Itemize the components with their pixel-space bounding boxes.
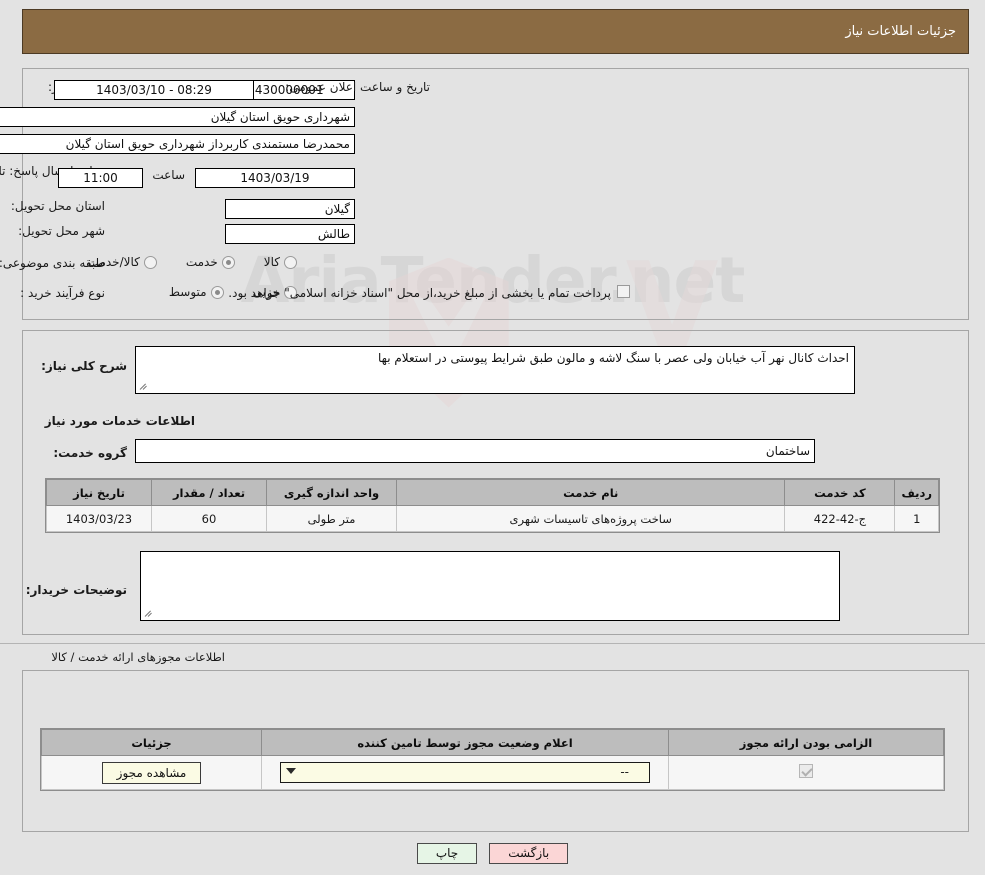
services-section-title: اطلاعات خدمات مورد نیاز: [44, 414, 195, 428]
announce-label-row: تاریخ و ساعت اعلان عمومی:: [285, 80, 430, 94]
permits-grid: الزامی بودن ارائه مجوز اعلام وضعیت مجوز …: [41, 729, 944, 790]
page-header: جزئیات اطلاعات نیاز: [22, 9, 969, 54]
cell-permit-status: --: [261, 755, 669, 790]
col-name: نام خدمت: [395, 479, 786, 506]
col-permit-details: جزئیات: [41, 729, 262, 756]
page-root: V AriaTender.net جزئیات اطلاعات نیاز شما…: [0, 0, 985, 875]
buyer-notes-label: توضیحات خریدار:: [25, 583, 127, 597]
permits-section-title: اطلاعات مجوزهای ارائه خدمت / کالا: [51, 650, 225, 664]
cell-radif: 1: [894, 505, 939, 532]
permit-status-value: --: [620, 765, 629, 779]
need-description-textarea[interactable]: احداث کانال نهر آب خیابان ولی عصر با سنگ…: [135, 346, 855, 394]
province-label-row: استان محل تحویل:: [11, 199, 105, 213]
col-permit-required: الزامی بودن ارائه مجوز: [668, 729, 944, 756]
buyer-org-field[interactable]: شهرداری حویق استان گیلان: [0, 107, 355, 127]
deadline-time-label: ساعت: [152, 168, 185, 182]
cell-need-date: 1403/03/23: [46, 505, 152, 532]
permit-row: -- مشاهده مجوز: [41, 755, 944, 790]
permits-table-header-row: الزامی بودن ارائه مجوز اعلام وضعیت مجوز …: [41, 729, 944, 756]
cell-permit-details: مشاهده مجوز: [41, 755, 262, 790]
process-option-motevaset-label: متوسط: [168, 285, 207, 299]
view-permit-button[interactable]: مشاهده مجوز: [101, 761, 202, 784]
requester-field-row: محمدرضا مستمندی کاربرداز شهرداری حویق اس…: [0, 134, 355, 154]
radio-icon-motevaset[interactable]: [210, 285, 224, 299]
process-option-motevaset[interactable]: متوسط: [169, 285, 224, 299]
deadline-date-row: 1403/03/19: [195, 168, 355, 188]
buyer-org-field-row: شهرداری حویق استان گیلان: [0, 107, 355, 127]
table-row: 1 ج-42-422 ساخت پروژه‌های تاسیسات شهری م…: [46, 505, 939, 532]
col-permit-status: اعلام وضعیت مجوز توسط تامین کننده: [261, 729, 669, 756]
resize-handle-icon-notes[interactable]: [144, 608, 154, 618]
buyer-notes-textarea[interactable]: [140, 551, 840, 621]
services-grid: ردیف کد خدمت نام خدمت واحد اندازه گیری ت…: [46, 479, 939, 532]
col-code: کد خدمت: [784, 479, 896, 506]
announce-datetime-field[interactable]: 08:29 - 1403/03/10: [54, 80, 254, 100]
cell-unit: متر طولی: [266, 505, 397, 532]
need-description-text: احداث کانال نهر آب خیابان ولی عصر با سنگ…: [378, 351, 849, 365]
category-option-khedmat[interactable]: خدمت: [186, 255, 235, 269]
cell-permit-required: [668, 755, 944, 790]
footer-actions: بازگشت چاپ: [0, 832, 985, 875]
divider-above-permits: [0, 643, 985, 644]
services-table-header-row: ردیف کد خدمت نام خدمت واحد اندازه گیری ت…: [46, 479, 939, 506]
page-title: جزئیات اطلاعات نیاز: [845, 24, 956, 39]
requester-field[interactable]: محمدرضا مستمندی کاربرداز شهرداری حویق اس…: [0, 134, 355, 154]
deadline-time-label-row: ساعت: [152, 168, 185, 182]
print-button[interactable]: چاپ: [416, 843, 478, 864]
province-field[interactable]: گیلان: [225, 199, 355, 219]
category-option-kala-khedmat[interactable]: کالا/خدمت: [88, 255, 157, 269]
col-qty: تعداد / مقدار: [151, 479, 267, 506]
permit-required-checkbox-icon: [799, 764, 813, 778]
announce-field-row: 08:29 - 1403/03/10: [54, 80, 254, 100]
city-label-row: شهر محل تحویل:: [18, 224, 105, 238]
radio-icon-khedmat[interactable]: [221, 255, 235, 269]
treasury-checkbox-row: [617, 285, 630, 298]
deadline-time-row: 11:00: [58, 168, 143, 188]
permits-table: الزامی بودن ارائه مجوز اعلام وضعیت مجوز …: [40, 728, 945, 791]
cell-qty: 60: [151, 505, 267, 532]
summary-panel: [22, 68, 969, 320]
city-label: شهر محل تحویل:: [18, 224, 105, 238]
chevron-down-icon: [286, 768, 296, 774]
province-field-row: گیلان: [225, 199, 355, 219]
radio-icon-kala-khedmat[interactable]: [143, 255, 157, 269]
treasury-text-row: پرداخت تمام یا بخشی از مبلغ خرید،از محل …: [228, 286, 611, 300]
service-group-field[interactable]: ساختمان: [135, 439, 815, 463]
category-option-kala-label: کالا: [263, 255, 280, 269]
radio-icon-kala[interactable]: [284, 255, 297, 269]
deadline-time-field[interactable]: 11:00: [58, 168, 143, 188]
services-table: ردیف کد خدمت نام خدمت واحد اندازه گیری ت…: [45, 478, 940, 533]
cell-name: ساخت پروژه‌های تاسیسات شهری: [395, 505, 786, 532]
permit-status-dropdown[interactable]: --: [280, 762, 650, 783]
category-option-khedmat-label: خدمت: [185, 255, 218, 269]
category-option-kala-khedmat-label: کالا/خدمت: [87, 255, 140, 269]
category-option-kala[interactable]: کالا: [264, 255, 297, 269]
province-label: استان محل تحویل:: [10, 199, 105, 213]
announce-datetime-label: تاریخ و ساعت اعلان عمومی:: [285, 80, 430, 94]
back-button[interactable]: بازگشت: [489, 843, 569, 864]
deadline-date-field[interactable]: 1403/03/19: [195, 168, 355, 188]
col-radif: ردیف: [894, 479, 939, 506]
resize-handle-icon[interactable]: [139, 381, 149, 391]
cell-code: ج-42-422: [784, 505, 896, 532]
col-unit: واحد اندازه گیری: [266, 479, 397, 506]
treasury-checkbox[interactable]: [617, 285, 630, 298]
treasury-text: پرداخت تمام یا بخشی از مبلغ خرید،از محل …: [228, 286, 611, 300]
city-field[interactable]: طالش: [225, 224, 355, 244]
process-type-label: نوع فرآیند خرید :: [20, 286, 105, 300]
service-group-label: گروه خدمت:: [53, 446, 127, 460]
city-field-row: طالش: [225, 224, 355, 244]
process-label-row: نوع فرآیند خرید :: [20, 286, 105, 300]
need-description-label: شرح کلی نیاز:: [41, 359, 127, 373]
col-need-date: تاریخ نیاز: [46, 479, 152, 506]
category-radio-group: کالا خدمت کالا/خدمت: [64, 255, 297, 269]
